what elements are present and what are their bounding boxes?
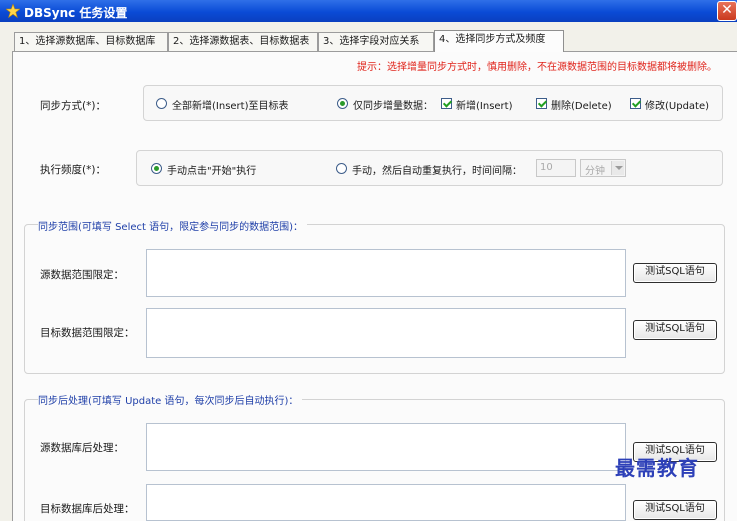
range-group-title: 同步范围(可填写 Select 语句，限定参与同步的数据范围)： — [38, 218, 308, 233]
check-insert-label: 新增(Insert) — [456, 101, 513, 112]
window-title: DBSync 任务设置 — [24, 6, 128, 20]
source-range-label: 源数据范围限定： — [40, 269, 124, 281]
tab-field-mapping[interactable]: 3、选择字段对应关系 — [318, 32, 434, 51]
interval-unit-select[interactable]: 分钟 — [580, 159, 626, 177]
test-sql-button-target-range[interactable]: 测试SQL语句 — [633, 320, 717, 340]
test-sql-button-source-range[interactable]: 测试SQL语句 — [633, 263, 717, 283]
target-range-label: 目标数据范围限定： — [40, 327, 135, 339]
target-post-label: 目标数据库后处理： — [40, 503, 135, 515]
source-post-label: 源数据库后处理： — [40, 442, 124, 454]
source-range-sql-input[interactable] — [146, 249, 626, 297]
target-post-sql-input[interactable] — [146, 484, 626, 521]
tab-sync-mode[interactable]: 4、选择同步方式及频度 — [434, 30, 564, 52]
target-range-sql-input[interactable] — [146, 308, 626, 358]
chevron-down-icon — [611, 161, 624, 175]
close-button[interactable]: ✕ — [717, 1, 737, 21]
auto-repeat-label: 手动，然后自动重复执行，时间间隔： — [352, 166, 522, 177]
post-group-title: 同步后处理(可填写 Update 语句，每次同步后自动执行)： — [38, 392, 303, 407]
interval-unit-value: 分钟 — [585, 166, 605, 177]
manual-label: 手动点击"开始"执行 — [167, 166, 257, 177]
frequency-label: 执行频度(*)： — [40, 164, 106, 176]
watermark-logo: 最需教育 — [615, 456, 699, 480]
window-client: 1、选择源数据库、目标数据库 2、选择源数据表、目标数据表 3、选择字段对应关系… — [0, 22, 737, 521]
check-delete[interactable] — [536, 98, 547, 109]
radio-incremental[interactable] — [337, 98, 348, 109]
star-app-icon — [6, 4, 20, 18]
incremental-label: 仅同步增量数据： — [353, 101, 433, 112]
check-insert[interactable] — [441, 98, 452, 109]
frequency-box: 手动点击"开始"执行 手动，然后自动重复执行，时间间隔： 10 分钟 — [136, 150, 723, 186]
check-delete-label: 删除(Delete) — [551, 101, 612, 112]
title-bar: DBSync 任务设置 ✕ — [0, 0, 737, 22]
warning-hint: 提示：选择增量同步方式时，慎用删除，不在源数据范围的目标数据都将被删除。 — [357, 62, 717, 73]
tab-select-databases[interactable]: 1、选择源数据库、目标数据库 — [14, 32, 168, 51]
test-sql-button-target-post[interactable]: 测试SQL语句 — [633, 500, 717, 520]
sync-mode-box: 全部新增(Insert)至目标表 仅同步增量数据： 新增(Insert) 删除(… — [143, 85, 723, 121]
radio-auto-repeat[interactable] — [336, 163, 347, 174]
radio-manual[interactable] — [151, 163, 162, 174]
tab-select-tables[interactable]: 2、选择源数据表、目标数据表 — [168, 32, 318, 51]
full-insert-label: 全部新增(Insert)至目标表 — [172, 101, 289, 112]
interval-input[interactable]: 10 — [536, 159, 576, 177]
source-post-sql-input[interactable] — [146, 423, 626, 471]
check-update-label: 修改(Update) — [645, 101, 710, 112]
radio-full-insert[interactable] — [156, 98, 167, 109]
sync-mode-label: 同步方式(*)： — [40, 100, 106, 112]
check-update[interactable] — [630, 98, 641, 109]
